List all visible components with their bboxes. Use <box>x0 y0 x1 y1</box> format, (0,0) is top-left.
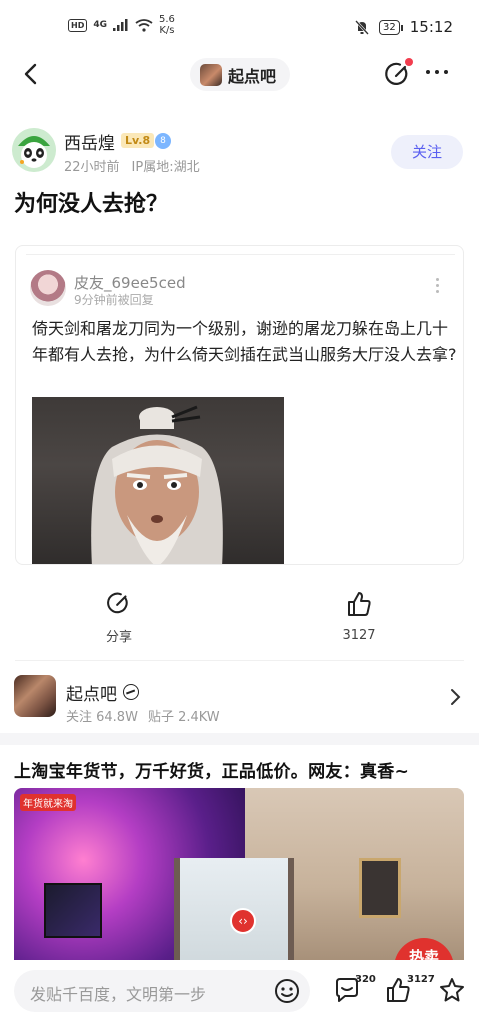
page: { "status_bar": { "hd": "HD", "net": "4G… <box>0 0 479 1024</box>
author-avatar[interactable] <box>12 128 56 172</box>
reply-input[interactable]: 发贴千百度，文明第一步 <box>14 970 310 1012</box>
author-name[interactable]: 西岳煌 <box>64 129 115 154</box>
forum-stats: 关注 64.8W 贴子 2.4KW <box>66 706 220 725</box>
forum-pill-name: 起点吧 <box>228 66 277 86</box>
share-icon <box>107 592 128 614</box>
mute-bell-icon <box>355 19 369 35</box>
ip-location: IP属地:湖北 <box>131 160 200 175</box>
hd-badge: HD <box>68 18 88 32</box>
forum-avatar[interactable] <box>14 675 56 717</box>
more-icon[interactable] <box>426 70 448 74</box>
ad-logo: 年货就来淘 <box>20 794 76 811</box>
status-left: HD 4G 5.6 K/s <box>68 14 175 36</box>
signal-icon <box>113 19 128 31</box>
forum-avatar <box>200 63 222 86</box>
share-label: 分享 <box>105 630 132 645</box>
panda-avatar-icon <box>12 128 56 172</box>
divider <box>26 254 455 255</box>
section-separator <box>0 733 479 745</box>
back-arrow-icon[interactable] <box>18 60 46 88</box>
like-count: 3127 <box>342 628 376 643</box>
ad-title[interactable]: 上淘宝年货节，万千好货，正品低价。网友：真香~ <box>14 757 409 782</box>
forum-posts: 贴子 2.4KW <box>147 710 220 725</box>
quote-image[interactable] <box>32 397 284 564</box>
quote-meta: 9分钟前被回复 <box>74 293 154 307</box>
post-title: 为何没人去抢？ <box>14 192 169 217</box>
bottom-bar: 发贴千百度，文明第一步 320 3127 <box>0 960 479 1024</box>
wifi-icon <box>135 18 153 32</box>
ad-picture-frame <box>359 858 401 918</box>
share-action[interactable]: 分享 <box>89 590 149 645</box>
compare-handle-icon[interactable]: ‹› <box>230 908 256 934</box>
follow-button[interactable]: 关注 <box>391 135 463 169</box>
quote-user-avatar[interactable] <box>30 270 66 306</box>
forum-pill[interactable]: 起点吧 <box>190 58 291 91</box>
level-badge: Lv.8 <box>121 133 155 148</box>
status-right: 32 15:12 <box>355 18 453 36</box>
ad-tv <box>44 883 102 938</box>
forum-badge-icon <box>123 684 139 700</box>
ad-image[interactable]: 年货就来淘 ‹› 热卖 <box>14 788 464 968</box>
thumbs-up-icon <box>348 592 371 616</box>
net-speed: 5.6 K/s <box>159 14 175 36</box>
quoted-post-card[interactable]: 皮友_69ee5ced 9分钟前被回复 倚天剑和屠龙刀同为一个级别，谢逊的屠龙刀… <box>15 245 464 565</box>
quote-user-name[interactable]: 皮友_69ee5ced <box>74 272 186 293</box>
quote-text: 倚天剑和屠龙刀同为一个级别，谢逊的屠龙刀躲在岛上几十年都有人去抢，为什么倚天剑插… <box>32 319 457 364</box>
forum-followers: 关注 64.8W <box>66 710 138 725</box>
reply-placeholder: 发贴千百度，文明第一步 <box>30 985 207 1004</box>
quote-more-icon[interactable] <box>436 278 439 293</box>
battery-icon: 32 <box>379 19 403 35</box>
clock: 15:12 <box>409 18 453 36</box>
network-type: 4G <box>93 20 107 30</box>
chevron-right-icon[interactable] <box>447 687 463 707</box>
vip-badge: 8 <box>155 133 171 149</box>
nav-bar: 起点吧 <box>0 52 479 98</box>
author-meta: 22小时前 IP属地:湖北 <box>64 156 200 175</box>
forum-name[interactable]: 起点吧 <box>66 680 117 705</box>
status-bar: HD 4G 5.6 K/s 32 15:12 <box>0 0 479 52</box>
like-action[interactable]: 3127 <box>329 590 389 643</box>
notification-dot <box>405 58 413 66</box>
old-man-photo <box>91 405 223 564</box>
emoji-icon[interactable] <box>274 978 300 1004</box>
star-icon[interactable] <box>438 976 466 1004</box>
comment-count: 320 <box>355 974 376 985</box>
like-count-bottom: 3127 <box>407 974 435 985</box>
post-time: 22小时前 <box>64 160 120 175</box>
divider <box>15 660 464 661</box>
